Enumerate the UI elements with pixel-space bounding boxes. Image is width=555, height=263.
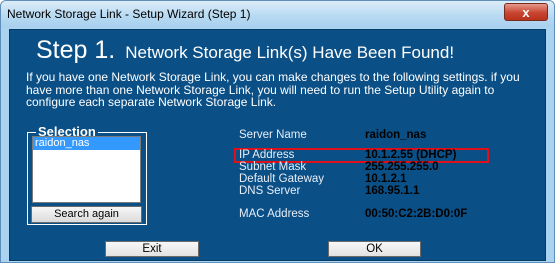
ip-address-value: 10.1.2.55 (DHCP) xyxy=(365,149,457,161)
device-listbox[interactable]: raidon_nas xyxy=(32,136,141,203)
server-name-label: Server Name xyxy=(239,129,307,141)
list-item[interactable]: raidon_nas xyxy=(33,137,140,150)
server-name-value: raidon_nas xyxy=(365,129,427,141)
setup-wizard-window: Network Storage Link - Setup Wizard (Ste… xyxy=(0,0,555,263)
close-icon: x xyxy=(522,4,530,20)
step-number: Step 1. xyxy=(36,36,116,64)
step-description: If you have one Network Storage Link, yo… xyxy=(26,70,520,109)
subnet-mask-label: Subnet Mask xyxy=(239,161,307,173)
mac-address-value: 00:50:C2:2B:D0:0F xyxy=(365,208,468,220)
search-again-button[interactable]: Search again xyxy=(31,206,142,223)
step-heading: Step 1. Network Storage Link(s) Have Been… xyxy=(36,36,454,65)
default-gateway-label: Default Gateway xyxy=(239,173,325,185)
ip-address-label: IP Address xyxy=(239,149,295,161)
default-gateway-value: 10.1.2.1 xyxy=(365,173,407,185)
dns-server-value: 168.95.1.1 xyxy=(365,185,420,197)
title-bar[interactable]: Network Storage Link - Setup Wizard (Ste… xyxy=(1,1,554,27)
wizard-panel: Step 1. Network Storage Link(s) Have Been… xyxy=(9,29,546,261)
exit-button[interactable]: Exit xyxy=(105,241,199,257)
subnet-mask-value: 255.255.255.0 xyxy=(365,161,439,173)
ok-button[interactable]: OK xyxy=(328,241,421,257)
window-title: Network Storage Link - Setup Wizard (Ste… xyxy=(7,7,251,21)
step-title: Network Storage Link(s) Have Been Found! xyxy=(125,43,455,62)
mac-address-label: MAC Address xyxy=(239,208,310,220)
dns-server-label: DNS Server xyxy=(239,185,301,197)
close-button[interactable]: x xyxy=(504,3,548,21)
